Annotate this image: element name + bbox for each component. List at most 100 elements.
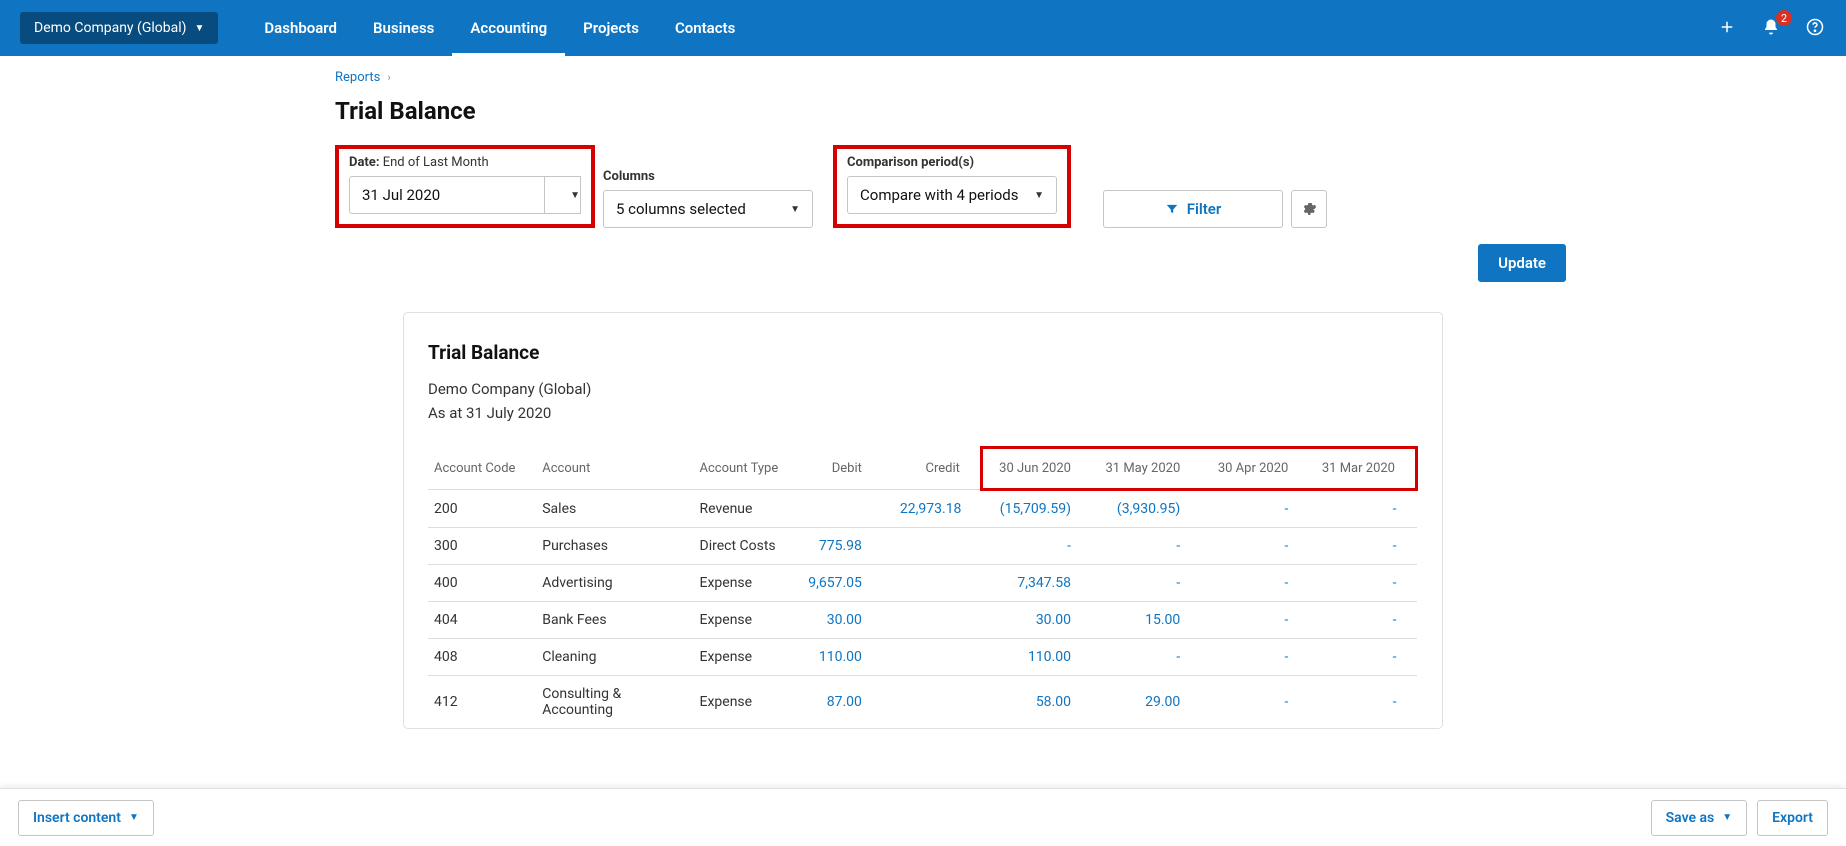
report-card: Trial Balance Demo Company (Global) As a… [403, 312, 1443, 729]
cell-c1[interactable]: - [981, 528, 1091, 565]
cell-c3[interactable]: - [1200, 490, 1308, 528]
cell-c4[interactable]: - [1308, 639, 1416, 676]
cell-c4[interactable]: - [1308, 528, 1416, 565]
cell-c4[interactable]: - [1308, 490, 1416, 528]
cell-debit[interactable]: 30.00 [802, 602, 882, 639]
cell-debit[interactable]: 9,657.05 [802, 565, 882, 602]
cell-account: Sales [536, 490, 693, 528]
company-name: Demo Company (Global) [34, 20, 187, 36]
cell-credit[interactable]: 22,973.18 [882, 490, 982, 528]
col-compare-1: 30 Jun 2020 [981, 448, 1091, 490]
page-title: Trial Balance [335, 97, 1846, 125]
filter-icon [1165, 202, 1179, 216]
cell-c1[interactable]: 7,347.58 [981, 565, 1091, 602]
col-compare-3: 30 Apr 2020 [1200, 448, 1308, 490]
cell-c4[interactable]: - [1308, 565, 1416, 602]
cell-c1[interactable]: 58.00 [981, 676, 1091, 729]
chevron-right-icon: › [388, 71, 391, 84]
save-as-button[interactable]: Save as ▼ [1651, 800, 1748, 836]
date-dropdown-button[interactable]: ▼ [545, 176, 581, 214]
insert-content-button[interactable]: Insert content ▼ [18, 800, 154, 836]
cell-code: 200 [428, 490, 536, 528]
notif-badge: 2 [1776, 10, 1792, 26]
cell-code: 412 [428, 676, 536, 729]
columns-value: 5 columns selected [616, 200, 746, 218]
cell-c3[interactable]: - [1200, 528, 1308, 565]
filter-label: Filter [1187, 200, 1222, 218]
cell-c3[interactable]: - [1200, 565, 1308, 602]
nav-contacts[interactable]: Contacts [657, 0, 753, 56]
cell-type: Expense [694, 602, 802, 639]
date-label: Date: End of Last Month [349, 155, 581, 170]
cell-c2[interactable]: 15.00 [1091, 602, 1200, 639]
trial-balance-table: Account Code Account Account Type Debit … [428, 446, 1418, 728]
chevron-down-icon: ▼ [195, 23, 205, 34]
top-nav: Demo Company (Global) ▼ Dashboard Busine… [0, 0, 1846, 56]
nav-right: 2 [1718, 18, 1826, 38]
cell-account: Advertising [536, 565, 693, 602]
columns-label: Columns [603, 169, 813, 184]
cell-type: Revenue [694, 490, 802, 528]
cell-c2[interactable]: - [1091, 528, 1200, 565]
cell-c1[interactable]: 30.00 [981, 602, 1091, 639]
cell-debit[interactable] [802, 490, 882, 528]
cell-credit[interactable] [882, 565, 982, 602]
nav-projects[interactable]: Projects [565, 0, 657, 56]
cell-debit[interactable]: 775.98 [802, 528, 882, 565]
cell-c3[interactable]: - [1200, 602, 1308, 639]
cell-credit[interactable] [882, 676, 982, 729]
cell-c2[interactable]: - [1091, 565, 1200, 602]
cell-c1[interactable]: 110.00 [981, 639, 1091, 676]
cell-code: 408 [428, 639, 536, 676]
col-compare-4: 31 Mar 2020 [1308, 448, 1416, 490]
cell-type: Expense [694, 639, 802, 676]
save-as-label: Save as [1666, 810, 1715, 826]
cell-c3[interactable]: - [1200, 639, 1308, 676]
col-account: Account [536, 448, 693, 490]
cell-c4[interactable]: - [1308, 676, 1416, 729]
nav-dashboard[interactable]: Dashboard [246, 0, 355, 56]
update-button[interactable]: Update [1478, 244, 1566, 282]
col-account-type: Account Type [694, 448, 802, 490]
controls: Date: End of Last Month 31 Jul 2020 ▼ Co… [335, 145, 1846, 228]
breadcrumb-root[interactable]: Reports [335, 70, 380, 85]
cell-c1[interactable]: (15,709.59) [981, 490, 1091, 528]
nav-items: Dashboard Business Accounting Projects C… [246, 0, 753, 56]
date-highlight: Date: End of Last Month 31 Jul 2020 ▼ [335, 145, 595, 228]
cell-account: Purchases [536, 528, 693, 565]
cell-c2[interactable]: (3,930.95) [1091, 490, 1200, 528]
col-debit: Debit [802, 448, 882, 490]
date-input[interactable]: 31 Jul 2020 [349, 176, 545, 214]
cell-debit[interactable]: 110.00 [802, 639, 882, 676]
settings-button[interactable] [1291, 190, 1327, 228]
chevron-down-icon: ▼ [570, 190, 580, 201]
help-icon[interactable] [1806, 18, 1826, 38]
cell-c2[interactable]: - [1091, 639, 1200, 676]
company-selector[interactable]: Demo Company (Global) ▼ [20, 12, 218, 44]
export-button[interactable]: Export [1757, 800, 1828, 836]
content: Reports › Trial Balance Date: End of Las… [0, 56, 1846, 729]
chevron-down-icon: ▼ [1722, 812, 1732, 823]
date-value: 31 Jul 2020 [362, 186, 440, 204]
cell-c4[interactable]: - [1308, 602, 1416, 639]
table-row: 408CleaningExpense110.00110.00--- [428, 639, 1417, 676]
export-label: Export [1772, 810, 1813, 826]
nav-accounting[interactable]: Accounting [452, 0, 565, 56]
table-row: 200SalesRevenue 22,973.18(15,709.59)(3,93… [428, 490, 1417, 528]
bell-icon[interactable]: 2 [1762, 18, 1782, 38]
cell-c3[interactable]: - [1200, 676, 1308, 729]
filter-button[interactable]: Filter [1103, 190, 1283, 228]
compare-selector[interactable]: Compare with 4 periods ▼ [847, 176, 1057, 214]
cell-debit[interactable]: 87.00 [802, 676, 882, 729]
plus-icon[interactable] [1718, 18, 1738, 38]
columns-selector[interactable]: 5 columns selected ▼ [603, 190, 813, 228]
cell-c2[interactable]: 29.00 [1091, 676, 1200, 729]
cell-credit[interactable] [882, 602, 982, 639]
gear-icon [1301, 201, 1317, 217]
nav-business[interactable]: Business [355, 0, 452, 56]
cell-credit[interactable] [882, 528, 982, 565]
bottom-bar: Insert content ▼ Save as ▼ Export [0, 788, 1846, 846]
cell-type: Direct Costs [694, 528, 802, 565]
cell-code: 400 [428, 565, 536, 602]
cell-credit[interactable] [882, 639, 982, 676]
